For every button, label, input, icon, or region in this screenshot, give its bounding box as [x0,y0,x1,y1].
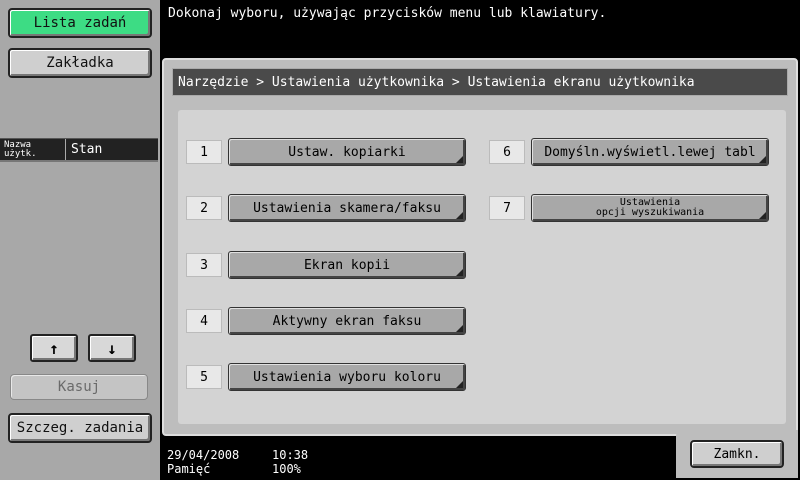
arrow-up-icon: ↑ [49,338,59,358]
menu-item-number: 2 [186,196,222,220]
breadcrumb: Narzędzie > Ustawienia użytkownika > Ust… [172,68,788,96]
menu-item-number: 5 [186,365,222,389]
menu-item-scanner-fax-settings[interactable]: 2 Ustawienia skamera/faksu [186,194,466,222]
job-details-button[interactable]: Szczeg. zadania [8,413,152,443]
copy-screen-button[interactable]: Ekran kopii [228,251,466,279]
close-button[interactable]: Zamkn. [690,440,784,468]
scanner-fax-settings-button[interactable]: Ustawienia skamera/faksu [228,194,466,222]
menu-item-number: 1 [186,140,222,164]
delete-button[interactable]: Kasuj [10,374,148,400]
left-panel-default-button[interactable]: Domyśln.wyświetl.lewej tabl [531,138,769,166]
status-area: 29/04/2008 10:38 Pamięć 100% [167,448,308,476]
menu-item-number: 7 [489,196,525,220]
main-panel: Narzędzie > Ustawienia użytkownika > Ust… [162,58,798,436]
scroll-up-button[interactable]: ↑ [30,334,78,362]
memory-value: 100% [272,462,301,476]
user-table-header: Nazwa użytk. Stan [0,138,158,160]
instruction-message: Dokonaj wyboru, używając przycisków menu… [168,6,607,21]
color-selection-settings-button[interactable]: Ustawienia wyboru koloru [228,363,466,391]
bookmark-button[interactable]: Zakładka [8,48,152,78]
job-list-button[interactable]: Lista zadań [8,8,152,38]
menu-item-number: 3 [186,253,222,277]
copier-settings-button[interactable]: Ustaw. kopiarki [228,138,466,166]
menu-item-copy-screen[interactable]: 3 Ekran kopii [186,251,466,279]
status-column-header: Stan [71,142,103,157]
menu-area: 1 Ustaw. kopiarki 2 Ustawienia skamera/f… [178,110,786,424]
menu-item-copier-settings[interactable]: 1 Ustaw. kopiarki [186,138,466,166]
close-button-area: Zamkn. [676,430,798,478]
status-date: 29/04/2008 [167,448,240,462]
left-panel: Lista zadań Zakładka Nazwa użytk. Stan ↑… [0,0,160,480]
menu-item-color-selection-settings[interactable]: 5 Ustawienia wyboru koloru [186,363,466,391]
arrow-down-icon: ↓ [107,338,117,358]
memory-label: Pamięć [167,462,211,476]
user-table-body [0,160,158,162]
user-name-column-header: Nazwa użytk. [0,139,66,160]
menu-item-number: 6 [489,140,525,164]
status-time: 10:38 [272,448,309,462]
menu-item-active-fax-screen[interactable]: 4 Aktywny ekran faksu [186,307,466,335]
menu-item-search-option-settings[interactable]: 7 Ustawienia opcji wyszukiwania [489,194,769,222]
scroll-down-button[interactable]: ↓ [88,334,136,362]
menu-item-number: 4 [186,309,222,333]
menu-item-left-panel-default[interactable]: 6 Domyśln.wyświetl.lewej tabl [489,138,769,166]
active-fax-screen-button[interactable]: Aktywny ekran faksu [228,307,466,335]
search-option-settings-button[interactable]: Ustawienia opcji wyszukiwania [531,194,769,222]
